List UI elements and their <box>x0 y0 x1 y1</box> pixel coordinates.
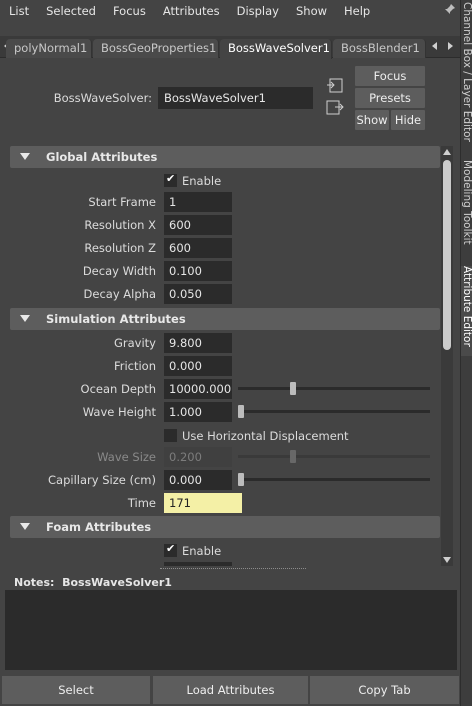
time-label: Time <box>127 496 156 510</box>
hide-button[interactable]: Hide <box>391 110 425 130</box>
node-name-field[interactable]: BossWaveSolver1 <box>158 87 313 109</box>
side-tab-attribute-editor[interactable]: Attribute Editor <box>461 266 472 356</box>
focus-output-icon[interactable] <box>326 100 344 116</box>
tab-scroll-right-icon[interactable] <box>443 41 457 55</box>
collapse-arrow-icon <box>20 153 30 160</box>
menu-list[interactable]: List <box>0 0 37 22</box>
pin-icon[interactable] <box>444 3 458 17</box>
resolution-x-label: Resolution X <box>84 218 156 232</box>
ocean-depth-slider[interactable] <box>238 387 430 390</box>
focus-input-icon[interactable] <box>326 78 344 94</box>
menu-help[interactable]: Help <box>335 0 378 22</box>
focus-button[interactable]: Focus <box>355 66 425 86</box>
foam-enable-checkbox[interactable]: ✔ <box>164 542 177 557</box>
menu-display[interactable]: Display <box>228 0 287 22</box>
resolution-x-field[interactable]: 600 <box>164 215 232 235</box>
tab-polynormal1[interactable]: polyNormal1 <box>6 39 92 58</box>
presets-button[interactable]: Presets <box>355 88 425 108</box>
side-tab-channel-box[interactable]: Channel Box / Layer Editor <box>461 2 472 150</box>
resize-handle[interactable] <box>160 568 306 570</box>
tab-bosswavesolver1[interactable]: BossWaveSolver1 <box>220 39 332 59</box>
tab-scroll-left-arrow-icon[interactable] <box>428 41 442 55</box>
scroll-down-icon[interactable] <box>443 557 451 563</box>
wave-height-slider-handle[interactable] <box>238 405 244 418</box>
foam-attributes-header[interactable]: Foam Attributes <box>10 516 440 538</box>
wave-height-slider[interactable] <box>238 410 430 413</box>
decay-alpha-field[interactable]: 0.050 <box>164 284 232 304</box>
gravity-field[interactable]: 9.800 <box>164 333 232 353</box>
capillary-size-slider-handle[interactable] <box>238 473 244 486</box>
decay-width-field[interactable]: 0.100 <box>164 261 232 281</box>
side-tab-bar: Channel Box / Layer Editor Modeling Tool… <box>460 0 472 706</box>
attribute-scroll-area[interactable]: Global Attributes ✔ Enable Start Frame 1… <box>10 146 440 566</box>
notes-textarea[interactable] <box>5 590 457 670</box>
tab-bossblender1[interactable]: BossBlender1 <box>333 39 426 58</box>
vertical-scrollbar[interactable] <box>441 146 453 566</box>
decay-alpha-label: Decay Alpha <box>83 287 156 301</box>
copy-tab-button[interactable]: Copy Tab <box>310 676 459 704</box>
capillary-size-label: Capillary Size (cm) <box>48 473 156 487</box>
time-field[interactable]: 171 <box>164 493 242 513</box>
tab-bossgeoproperties1[interactable]: BossGeoProperties1 <box>93 39 219 58</box>
wave-height-field[interactable]: 1.000 <box>164 402 232 422</box>
scrollbar-thumb[interactable] <box>443 160 451 350</box>
node-tabs: polyNormal1 BossGeoProperties1 BossWaveS… <box>0 36 460 59</box>
wave-size-label: Wave Size <box>97 450 156 464</box>
scroll-up-icon[interactable] <box>443 149 451 155</box>
resolution-z-field[interactable]: 600 <box>164 238 232 258</box>
start-frame-field[interactable]: 1 <box>164 192 232 212</box>
menu-focus[interactable]: Focus <box>104 0 154 22</box>
horizontal-displacement-checkbox[interactable] <box>164 429 177 442</box>
load-attributes-button[interactable]: Load Attributes <box>153 676 308 704</box>
notes-label: Notes: BossWaveSolver1 <box>14 576 172 589</box>
friction-field[interactable]: 0.000 <box>164 356 232 376</box>
section-title: Global Attributes <box>46 150 158 164</box>
global-attributes-header[interactable]: Global Attributes <box>10 146 440 168</box>
simulation-attributes-header[interactable]: Simulation Attributes <box>10 308 440 330</box>
global-enable-checkbox[interactable]: ✔ <box>164 172 177 187</box>
collapse-arrow-icon <box>20 315 30 322</box>
decay-width-label: Decay Width <box>82 264 156 278</box>
section-title: Foam Attributes <box>46 520 152 534</box>
horizontal-displacement-label: Use Horizontal Displacement <box>182 429 349 443</box>
foam-enable-label: Enable <box>182 544 222 558</box>
friction-label: Friction <box>113 359 156 373</box>
check-icon: ✔ <box>166 542 176 555</box>
notes-node-name: BossWaveSolver1 <box>62 576 172 589</box>
start-frame-label: Start Frame <box>88 195 156 209</box>
select-button[interactable]: Select <box>2 676 150 704</box>
capillary-size-field[interactable]: 0.000 <box>164 470 232 490</box>
global-enable-label: Enable <box>182 174 222 188</box>
capillary-size-slider[interactable] <box>238 478 430 481</box>
node-type-label: BossWaveSolver: <box>53 91 152 105</box>
menu-selected[interactable]: Selected <box>37 0 104 22</box>
menu-show[interactable]: Show <box>287 0 335 22</box>
collapse-arrow-icon <box>20 523 30 530</box>
wave-height-label: Wave Height <box>82 405 156 419</box>
section-title: Simulation Attributes <box>46 312 186 326</box>
resolution-z-label: Resolution Z <box>84 241 156 255</box>
notes-title: Notes: <box>14 576 55 589</box>
menu-attributes[interactable]: Attributes <box>154 0 228 22</box>
show-button[interactable]: Show <box>355 110 389 130</box>
foam-next-field[interactable] <box>164 562 232 566</box>
check-icon: ✔ <box>166 172 176 185</box>
ocean-depth-field[interactable]: 10000.000 <box>164 379 232 399</box>
menu-bar: List Selected Focus Attributes Display S… <box>0 0 460 22</box>
ocean-depth-label: Ocean Depth <box>80 382 156 396</box>
wave-size-slider <box>238 455 430 458</box>
side-tab-modeling-toolkit[interactable]: Modeling Toolkit <box>461 160 472 256</box>
gravity-label: Gravity <box>113 336 156 350</box>
wave-size-field: 0.200 <box>164 447 232 467</box>
wave-size-slider-handle <box>290 450 297 463</box>
node-name-row: BossWaveSolver: BossWaveSolver1 Focus Pr… <box>0 60 442 140</box>
ocean-depth-slider-handle[interactable] <box>290 382 297 395</box>
